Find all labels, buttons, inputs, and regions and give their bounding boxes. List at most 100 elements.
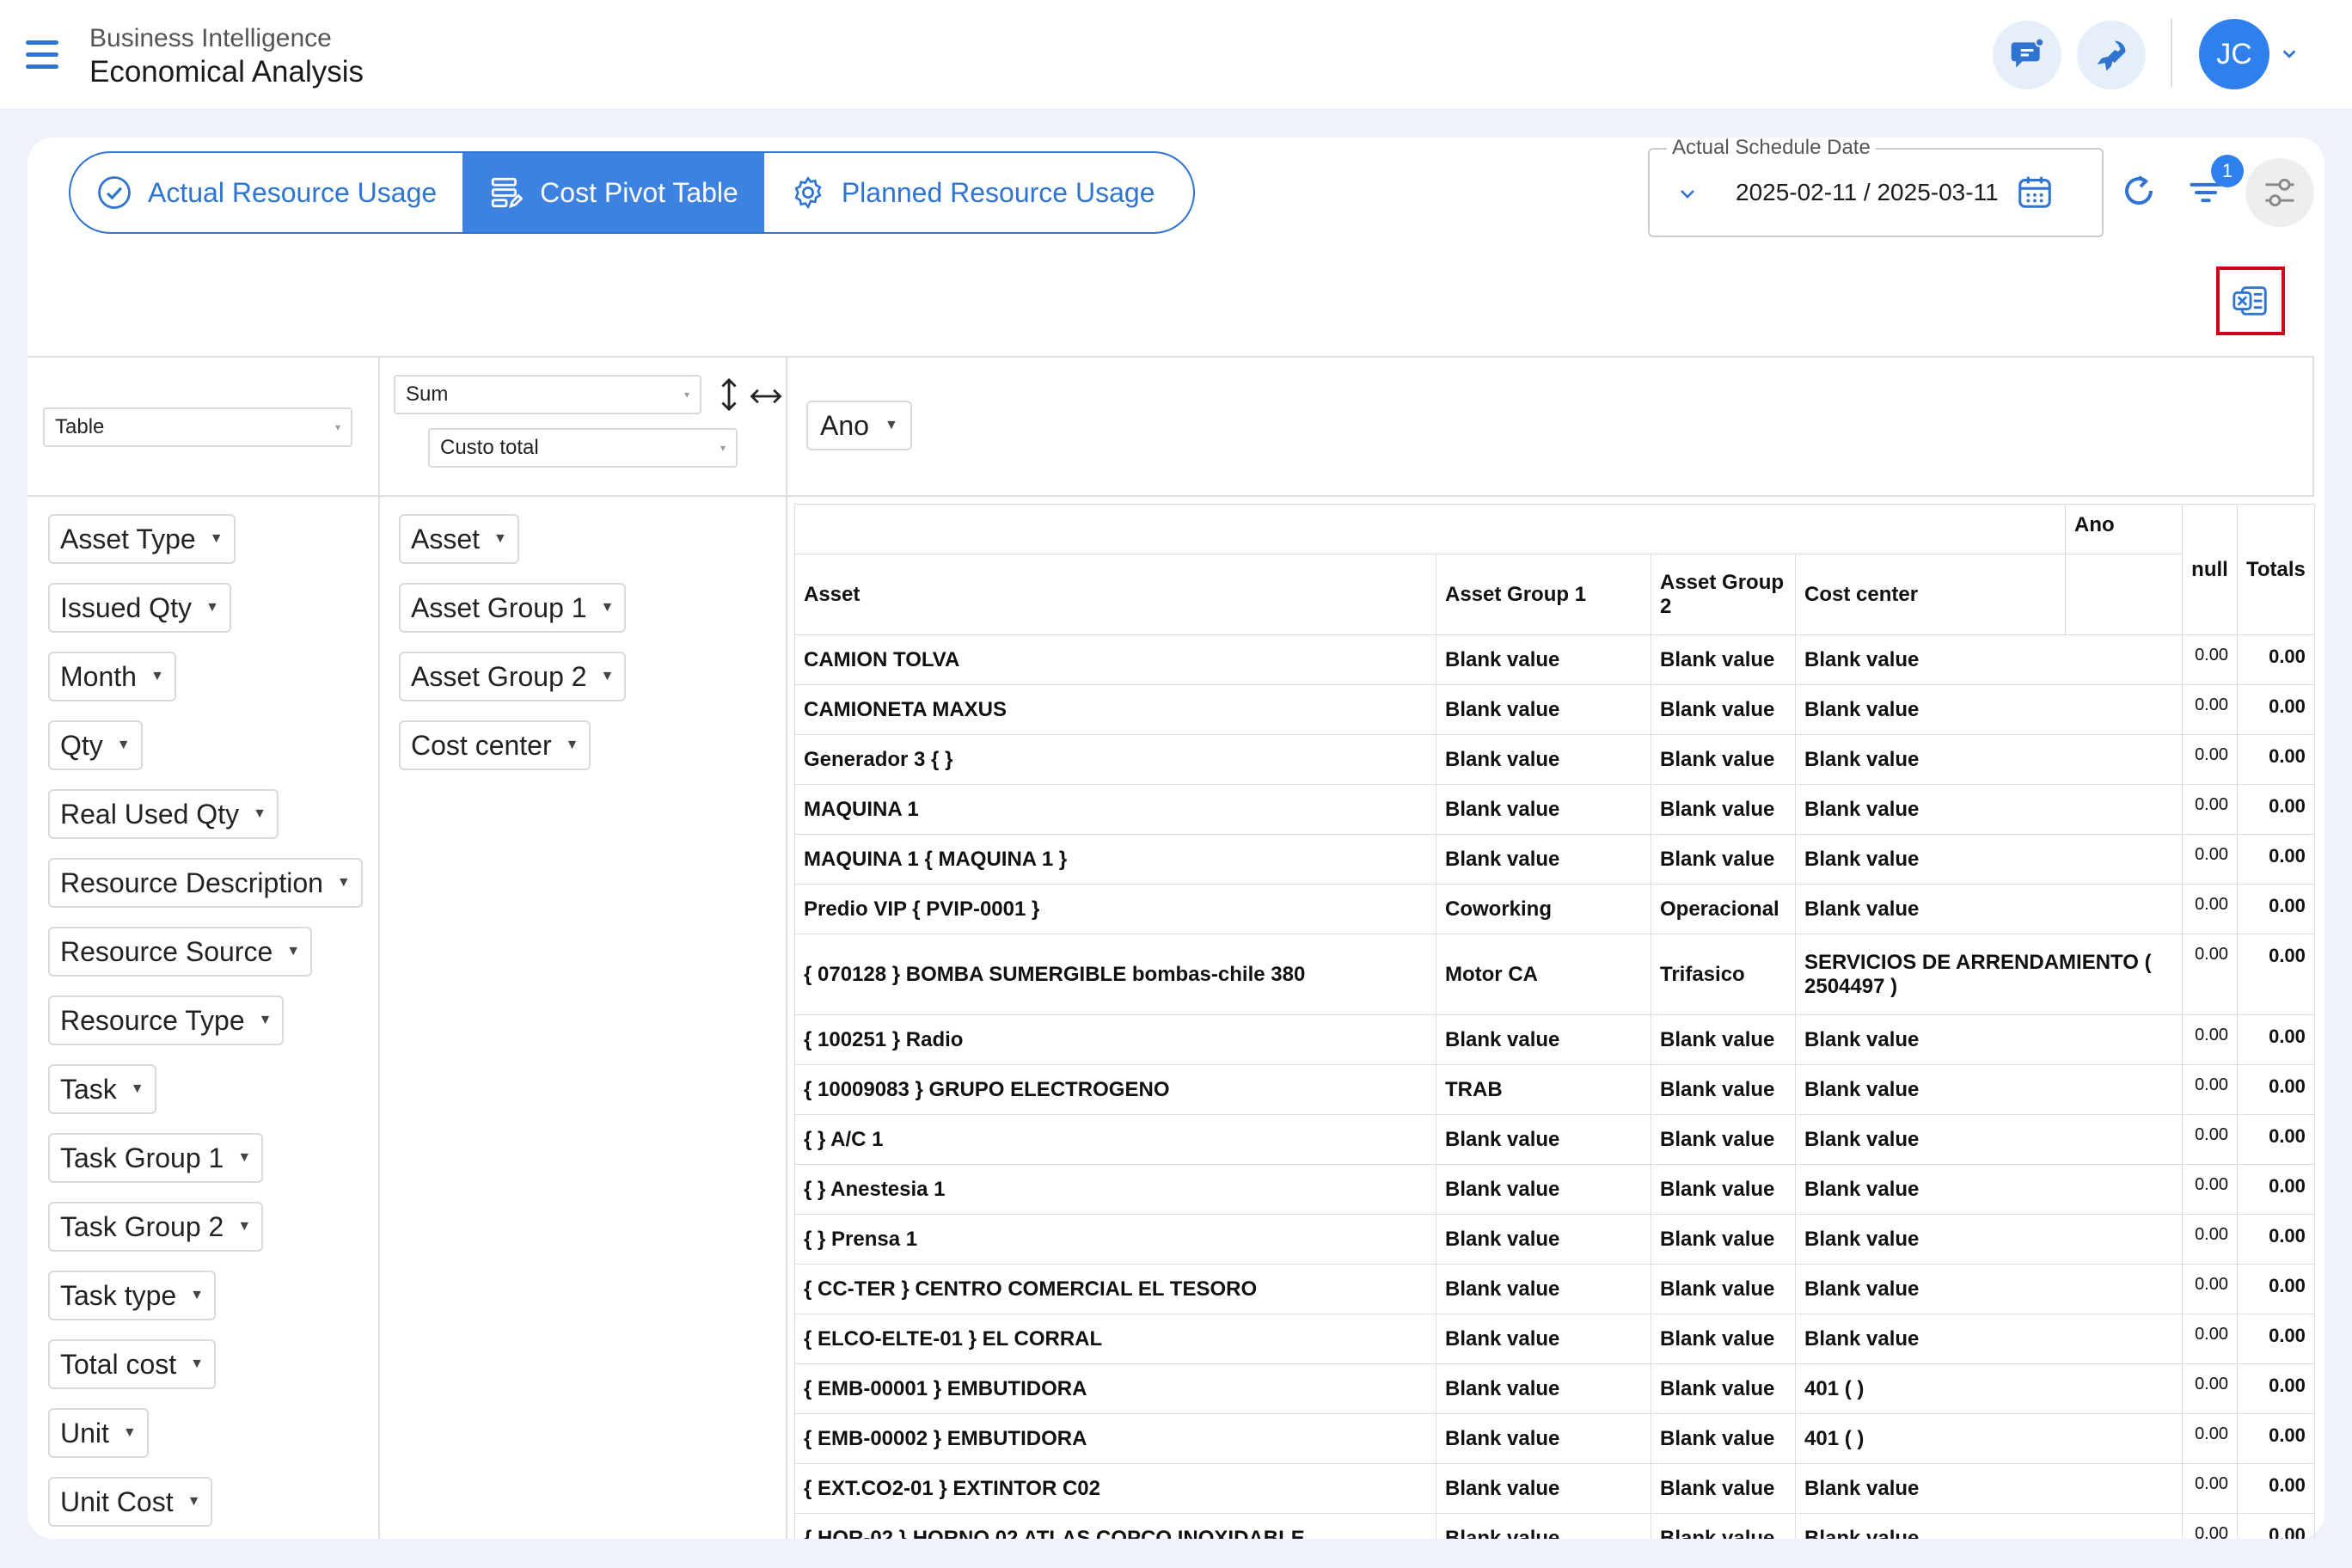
export-excel-button[interactable] <box>2216 266 2285 335</box>
schedule-date-filter[interactable]: Actual Schedule Date 2025-02-11 / 2025-0… <box>1648 138 2104 237</box>
field-task[interactable]: Task ▼ <box>48 1064 156 1114</box>
row-field-cost-center[interactable]: Cost center ▼ <box>399 720 591 770</box>
whats-new-button[interactable] <box>2077 21 2146 89</box>
field-qty[interactable]: Qty ▼ <box>48 720 143 770</box>
cell-cost-center: Blank value <box>1795 1513 2183 1564</box>
field-unit[interactable]: Unit ▼ <box>48 1408 149 1458</box>
cell-asset: { 100251 } Radio <box>794 1014 1436 1065</box>
table-row: Generador 3 { } Blank value Blank value Bla… <box>794 734 2315 785</box>
renderer-value: Table <box>55 415 105 438</box>
field-asset-type[interactable]: Asset Type ▼ <box>48 514 236 564</box>
tab-planned-resource-usage[interactable]: Planned Resource Usage <box>764 153 1181 232</box>
field-label: Task Group 2 <box>60 1210 224 1242</box>
row-field-asset-group-1[interactable]: Asset Group 1 ▼ <box>399 583 627 633</box>
cell-cost-center: Blank value <box>1795 684 2183 735</box>
field-task-group-2[interactable]: Task Group 2 ▼ <box>48 1202 264 1252</box>
field-month[interactable]: Month ▼ <box>48 652 176 701</box>
breadcrumb-section: Business Intelligence <box>89 24 332 52</box>
cell-cost-center: Blank value <box>1795 784 2183 835</box>
cell-cost-center: Blank value <box>1795 1064 2183 1115</box>
table-row: { } Anestesia 1 Blank value Blank value Bla… <box>794 1164 2315 1215</box>
field-unit-cost[interactable]: Unit Cost ▼ <box>48 1477 213 1527</box>
field-label: Asset Group 1 <box>411 591 587 623</box>
pivot-grid-line <box>378 356 380 1539</box>
cell-asset: { 070128 } BOMBA SUMERGIBLE bombas-chile… <box>794 934 1436 1015</box>
chat-support-button[interactable] <box>1993 21 2061 89</box>
row-field-asset-group-2[interactable]: Asset Group 2 ▼ <box>399 652 627 701</box>
column-field-ano[interactable]: Ano ▼ <box>806 401 912 450</box>
cell-total-value: 0.00 <box>2237 784 2315 835</box>
header-blank <box>2065 554 2183 635</box>
cell-total-value: 0.00 <box>2237 1114 2315 1165</box>
table-row: { HOR-02 } HORNO 02 ATLAS COPCO INOXIDAB… <box>794 1513 2315 1564</box>
settings-button[interactable] <box>2245 158 2314 227</box>
row-order-arrows-icon[interactable] <box>719 378 739 411</box>
cell-cost-center: Blank value <box>1795 1114 2183 1165</box>
cell-asset: { } Prensa 1 <box>794 1214 1436 1265</box>
column-order-arrows-icon[interactable] <box>750 387 782 406</box>
field-issued-qty[interactable]: Issued Qty ▼ <box>48 583 231 633</box>
cell-cost-center: Blank value <box>1795 834 2183 885</box>
aggregator-select[interactable]: Sum ▾ <box>394 375 701 414</box>
view-tabs: Actual Resource Usage Cost Pivot Table P… <box>69 151 1195 234</box>
user-avatar[interactable]: JC <box>2199 19 2269 89</box>
cell-total-value: 0.00 <box>2237 1014 2315 1065</box>
cell-cost-center: Blank value <box>1795 734 2183 785</box>
field-label: Task type <box>60 1279 177 1311</box>
cell-asset-group-2: Blank value <box>1651 1314 1796 1364</box>
field-label: Asset Type <box>60 523 196 554</box>
field-real-used-qty[interactable]: Real Used Qty ▼ <box>48 789 279 839</box>
col-header-ano: Ano <box>2065 504 2183 554</box>
renderer-select[interactable]: Table ▾ <box>43 407 352 447</box>
table-row: { 070128 } BOMBA SUMERGIBLE bombas-chile… <box>794 934 2315 1015</box>
field-resource-source[interactable]: Resource Source ▼ <box>48 927 313 977</box>
cell-total-value: 0.00 <box>2237 1463 2315 1514</box>
cell-asset-group-1: Blank value <box>1436 1363 1651 1414</box>
col-header-totals: Totals <box>2237 504 2315 635</box>
field-task-group-1[interactable]: Task Group 1 ▼ <box>48 1133 264 1183</box>
aggregator-field-select[interactable]: Custo total ▾ <box>428 428 738 468</box>
cell-null-value: 0.00 <box>2182 1264 2238 1314</box>
chevron-down-icon[interactable] <box>2280 45 2299 64</box>
cell-null-value: 0.00 <box>2182 634 2238 685</box>
column-field-label: Ano <box>820 409 869 441</box>
cell-asset-group-2: Blank value <box>1651 1463 1796 1514</box>
cell-null-value: 0.00 <box>2182 684 2238 735</box>
cell-asset-group-1: Blank value <box>1436 1463 1651 1514</box>
cell-asset: Generador 3 { } <box>794 734 1436 785</box>
field-resource-type[interactable]: Resource Type ▼ <box>48 995 285 1045</box>
pivot-grid-line <box>28 495 2314 497</box>
cell-asset: { EMB-00002 } EMBUTIDORA <box>794 1413 1436 1464</box>
table-row: { 100251 } Radio Blank value Blank value Bl… <box>794 1014 2315 1065</box>
table-row: CAMION TOLVA Blank value Blank value Blank … <box>794 634 2315 685</box>
row-field-asset[interactable]: Asset ▼ <box>399 514 519 564</box>
calendar-icon[interactable] <box>2015 172 2055 211</box>
hamburger-menu-icon[interactable] <box>26 33 69 76</box>
cell-asset-group-1: Blank value <box>1436 784 1651 835</box>
row-header-asset-group-2: Asset Group 2 <box>1651 554 1796 635</box>
field-task-type[interactable]: Task type ▼ <box>48 1271 217 1320</box>
cell-null-value: 0.00 <box>2182 1314 2238 1364</box>
cell-asset-group-2: Trifasico <box>1651 934 1796 1015</box>
field-resource-description[interactable]: Resource Description ▼ <box>48 858 363 908</box>
refresh-icon[interactable] <box>2118 170 2159 211</box>
pivot-grid-line <box>786 356 787 1539</box>
cell-asset-group-2: Blank value <box>1651 784 1796 835</box>
field-label: Resource Source <box>60 935 273 967</box>
cell-asset-group-1: Blank value <box>1436 1114 1651 1165</box>
sliders-icon <box>2265 178 2294 207</box>
tab-cost-pivot-table[interactable]: Cost Pivot Table <box>462 153 764 232</box>
cell-asset-group-1: Blank value <box>1436 834 1651 885</box>
top-bar: Business Intelligence Economical Analysi… <box>0 0 2352 108</box>
cell-asset-group-2: Blank value <box>1651 1014 1796 1065</box>
excel-export-icon <box>2233 286 2267 315</box>
cell-asset-group-1: Blank value <box>1436 1264 1651 1314</box>
field-label: Task <box>60 1073 117 1105</box>
cell-asset-group-2: Blank value <box>1651 834 1796 885</box>
tab-actual-resource-usage[interactable]: Actual Resource Usage <box>70 153 462 232</box>
cell-asset-group-2: Blank value <box>1651 734 1796 785</box>
cell-cost-center: Blank value <box>1795 1264 2183 1314</box>
chevron-down-icon[interactable] <box>1677 184 1698 205</box>
cell-null-value: 0.00 <box>2182 934 2238 1015</box>
field-total-cost[interactable]: Total cost ▼ <box>48 1339 217 1389</box>
